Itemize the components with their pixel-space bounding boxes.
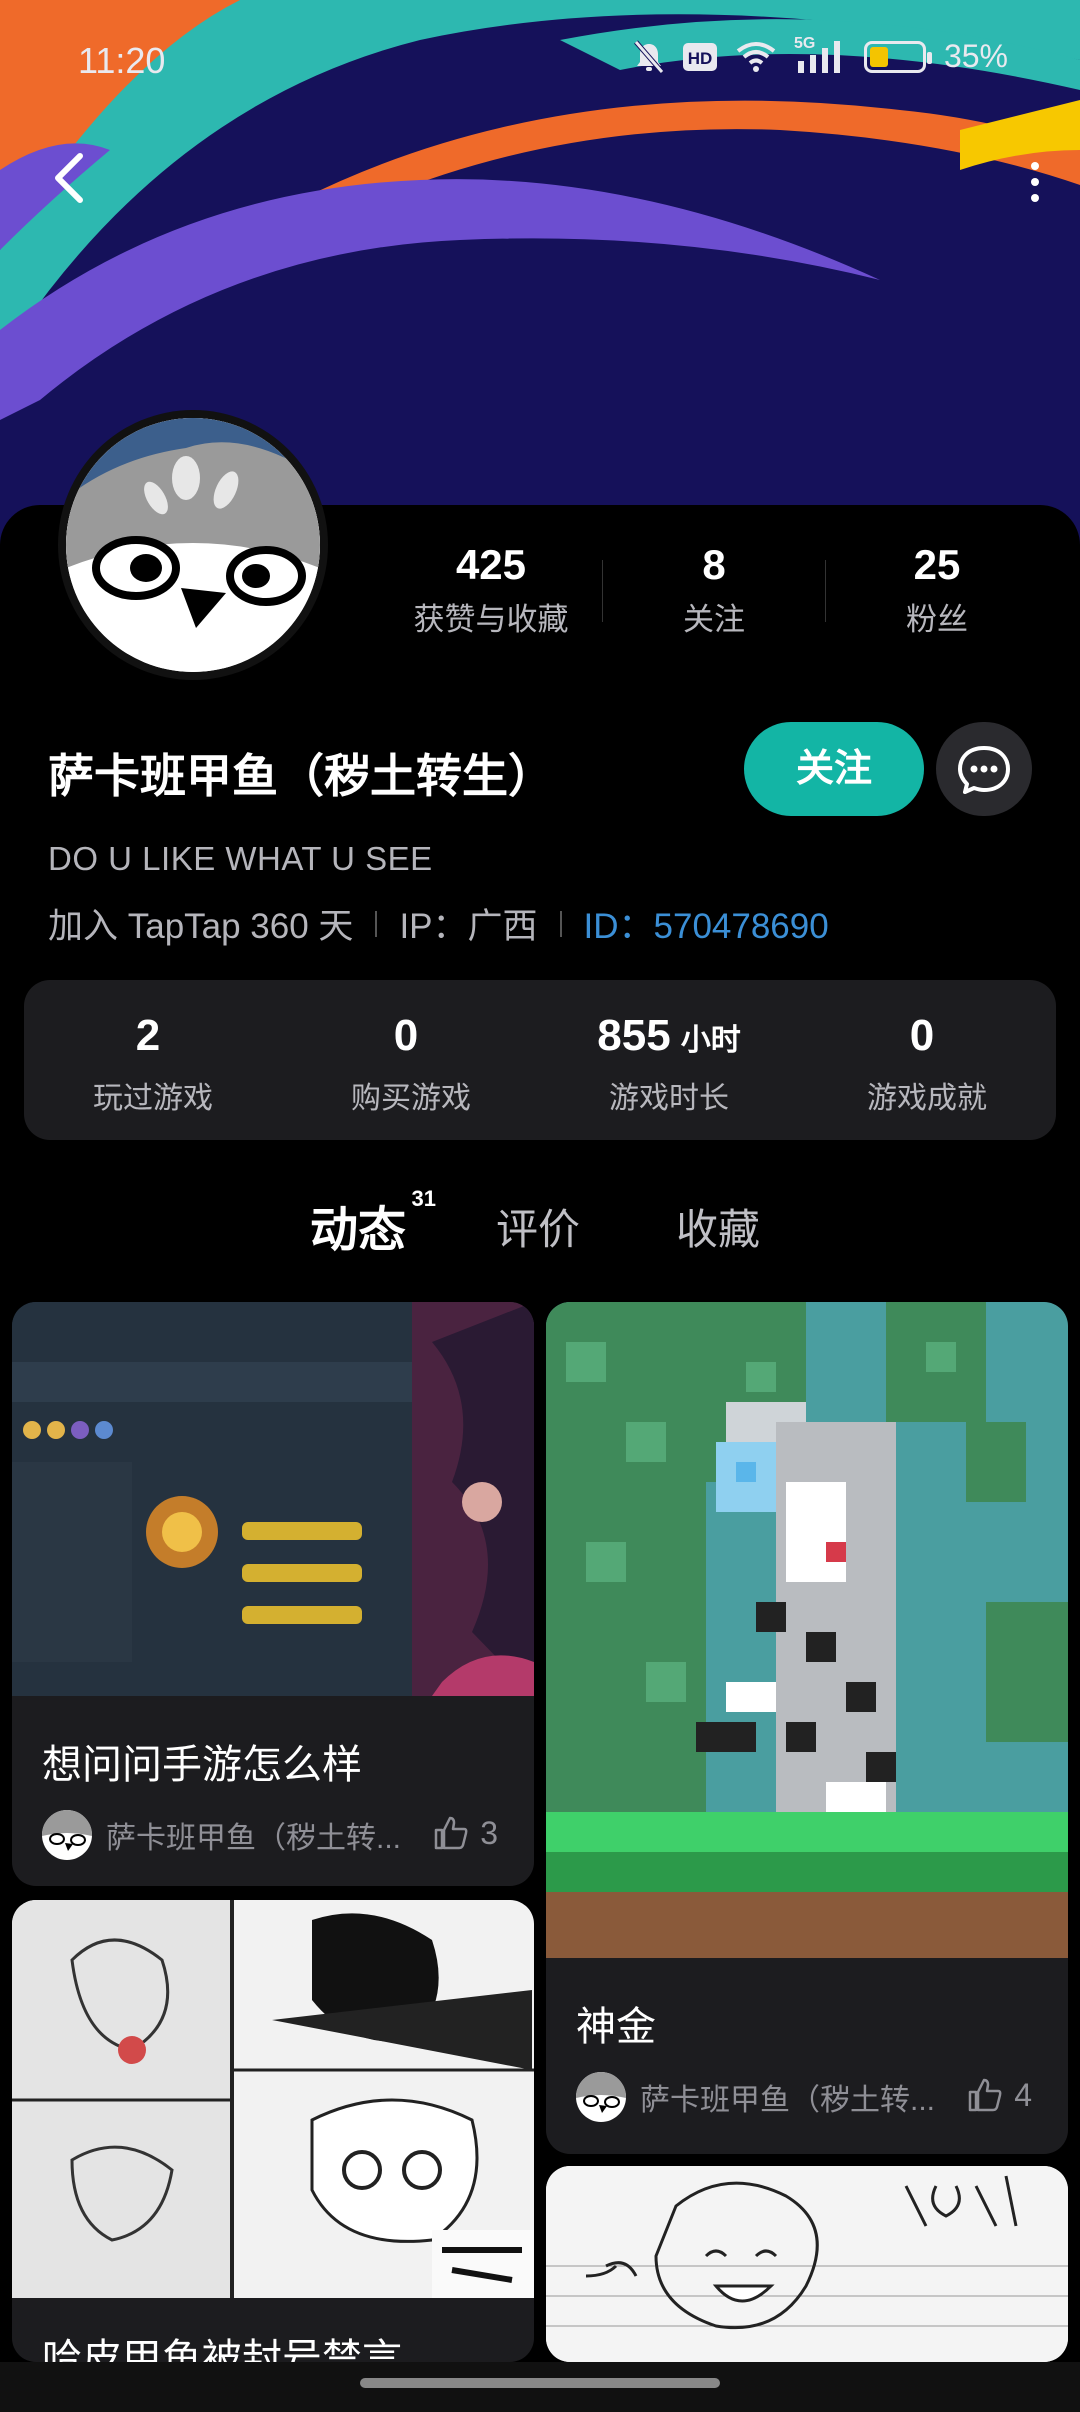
post-title: 想问问手游怎么样	[42, 1743, 362, 1787]
post-card[interactable]	[546, 2166, 1068, 2362]
stat-label: 粉丝	[906, 602, 968, 637]
stat-num: 0	[909, 1011, 935, 1060]
status-bar: 11:20 HD 5G 35%	[0, 35, 1080, 86]
post-image	[546, 1302, 1068, 1958]
stat-likes[interactable]: 425 获赞与收藏	[380, 540, 602, 637]
post-image	[546, 2166, 1068, 2362]
stat-games-played[interactable]: 2 玩过游戏	[24, 980, 282, 1140]
stat-label: 关注	[683, 602, 745, 637]
message-button[interactable]	[936, 722, 1032, 816]
author-avatar	[42, 1810, 92, 1860]
post-card[interactable]: 哈皮甲鱼被封号禁言	[12, 1900, 534, 2362]
post-author[interactable]: 萨卡班甲鱼（秽土转...	[42, 1810, 401, 1860]
stat-num: 8	[702, 541, 726, 588]
profile-meta: 加入 TapTap 360 天 IP：广西 ID：570478690	[48, 898, 829, 949]
stat-following[interactable]: 8 关注	[603, 540, 825, 637]
stat-label: 玩过游戏	[93, 1082, 213, 1115]
divider	[375, 910, 378, 937]
stat-num: 0	[393, 1011, 419, 1060]
signal-icon: 5G	[794, 35, 846, 75]
avatar-image	[66, 418, 320, 672]
home-indicator[interactable]	[360, 2378, 720, 2388]
tab-label: 收藏	[676, 1206, 761, 1253]
status-time: 11:20	[78, 40, 166, 81]
hd-icon: HD	[682, 42, 717, 71]
more-button[interactable]	[1020, 156, 1050, 208]
tab-posts[interactable]: 动态 31	[310, 1186, 436, 1260]
post-image	[12, 1900, 534, 2298]
tab-label: 评价	[496, 1206, 581, 1253]
like-count: 3	[480, 1814, 498, 1851]
tab-reviews[interactable]: 评价	[496, 1196, 580, 1257]
post-title: 神金	[576, 2005, 656, 2049]
divider	[559, 910, 562, 937]
post-title: 哈皮甲鱼被封号禁言	[42, 2337, 402, 2362]
post-card[interactable]: 神金 萨卡班甲鱼（秽土转... 4	[546, 1302, 1068, 2154]
stat-label: 获赞与收藏	[413, 602, 569, 637]
bio-text: DO U LIKE WHAT U SEE	[48, 840, 433, 877]
avatar[interactable]	[58, 410, 328, 680]
battery-icon	[863, 40, 932, 73]
post-image	[12, 1302, 534, 1696]
username: 萨卡班甲鱼（秽土转生）	[48, 750, 554, 802]
more-vertical-icon	[1031, 162, 1039, 202]
svg-text:HD: HD	[688, 49, 713, 68]
author-name: 萨卡班甲鱼（秽土转...	[640, 2084, 936, 2117]
stat-num: 25	[913, 541, 961, 588]
chevron-left-icon	[55, 153, 83, 203]
author-name: 萨卡班甲鱼（秽土转...	[106, 1822, 402, 1855]
battery-text: 35%	[943, 38, 1008, 74]
wifi-icon	[736, 41, 776, 72]
stat-followers[interactable]: 25 粉丝	[826, 540, 1048, 637]
post-card[interactable]: 想问问手游怎么样 萨卡班甲鱼（秽土转... 3	[12, 1302, 534, 1886]
tab-count: 31	[411, 1186, 437, 1211]
like-count: 4	[1014, 2076, 1032, 2113]
post-author[interactable]: 萨卡班甲鱼（秽土转...	[576, 2072, 935, 2122]
stat-label: 游戏成就	[867, 1082, 987, 1115]
thumbs-up-icon	[968, 2078, 1002, 2112]
stat-num: 2	[135, 1011, 161, 1060]
thumbs-up-icon	[434, 1816, 468, 1850]
stat-label: 游戏时长	[609, 1082, 729, 1115]
back-button[interactable]	[46, 148, 98, 208]
joined-text: 加入 TapTap 360 天	[48, 907, 354, 946]
like-button[interactable]: 3	[432, 1814, 498, 1852]
tab-favorites[interactable]: 收藏	[676, 1196, 760, 1257]
mute-icon	[634, 39, 664, 74]
battery-level	[869, 46, 888, 67]
stat-num: 425	[455, 541, 527, 588]
status-icons: HD 5G 35%	[634, 35, 1008, 75]
stat-play-time[interactable]: 855 小时 游戏时长	[540, 980, 798, 1140]
stat-games-purchased[interactable]: 0 购买游戏	[282, 980, 540, 1140]
social-stats: 425 获赞与收藏 8 关注 25 粉丝	[380, 540, 1080, 637]
author-avatar	[576, 2072, 626, 2122]
content-tabs: 动态 31 评价 收藏	[0, 1186, 1080, 1270]
follow-button[interactable]: 关注	[744, 722, 924, 816]
stat-label: 购买游戏	[351, 1082, 471, 1115]
tab-label: 动态	[310, 1204, 407, 1257]
user-id[interactable]: ID：570478690	[584, 898, 829, 949]
game-stats-card: 2 玩过游戏 0 购买游戏 855 小时 游戏时长 0 游戏成就	[24, 980, 1056, 1140]
ip-text: IP：广西	[399, 907, 538, 946]
like-button[interactable]: 4	[966, 2076, 1032, 2114]
stat-achievements[interactable]: 0 游戏成就	[798, 980, 1056, 1140]
stat-unit: 小时	[680, 1024, 741, 1057]
chat-bubble-icon	[958, 746, 1010, 794]
stat-num: 855	[597, 1011, 671, 1060]
